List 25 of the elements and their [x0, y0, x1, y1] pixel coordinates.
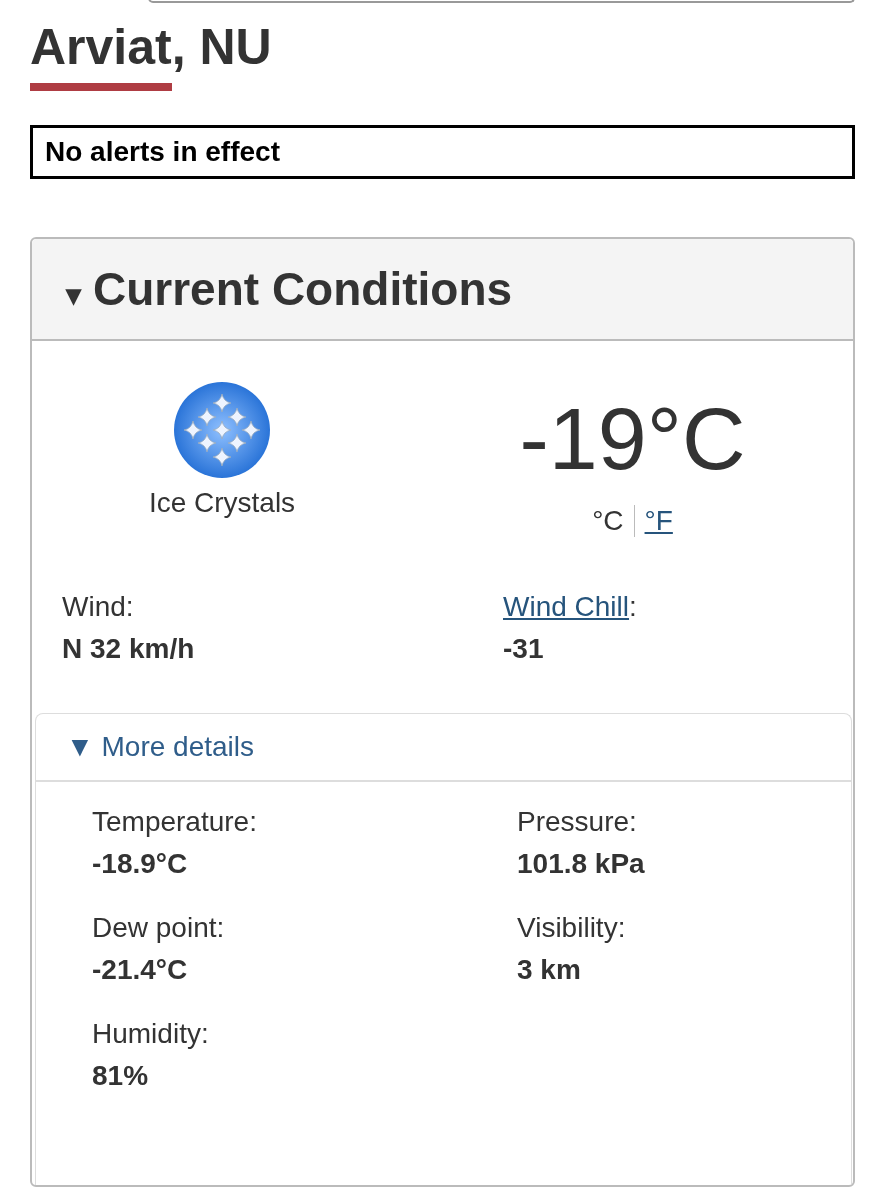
field-value: N 32 km/h — [62, 633, 196, 665]
field-value: 101.8 kPa — [517, 848, 646, 880]
field-value: -18.9°C — [92, 848, 189, 880]
field-label: Wind: — [62, 591, 135, 623]
field-value: -21.4°C — [92, 954, 189, 986]
field-label: Visibility: — [517, 912, 627, 944]
field-value: -31 — [503, 633, 545, 665]
field-label: Dew point: — [92, 912, 226, 944]
field-value: 3 km — [517, 954, 582, 986]
label-colon: : — [629, 591, 637, 622]
panel-heading: Current Conditions — [93, 262, 513, 316]
city-title: Arviat, NU — [30, 18, 272, 77]
unit-label: °C — [591, 505, 625, 537]
alert-text: No alerts in effect — [45, 136, 280, 168]
field-value: 81% — [92, 1060, 150, 1092]
ice-crystals-icon — [173, 381, 271, 479]
field-label: Pressure: — [517, 806, 638, 838]
field-label: Humidity: — [92, 1018, 210, 1050]
more-details-toggle[interactable]: ▼ More details — [66, 731, 254, 763]
unit-link[interactable]: °F — [633, 505, 683, 537]
temperature-reading: -19°C — [519, 389, 746, 489]
collapse-toggle[interactable]: ▾ — [66, 276, 81, 312]
field-label: Temperature: — [92, 806, 258, 838]
term-link[interactable]: Wind Chill — [503, 591, 630, 622]
condition-text: Ice Crystals — [148, 487, 296, 519]
